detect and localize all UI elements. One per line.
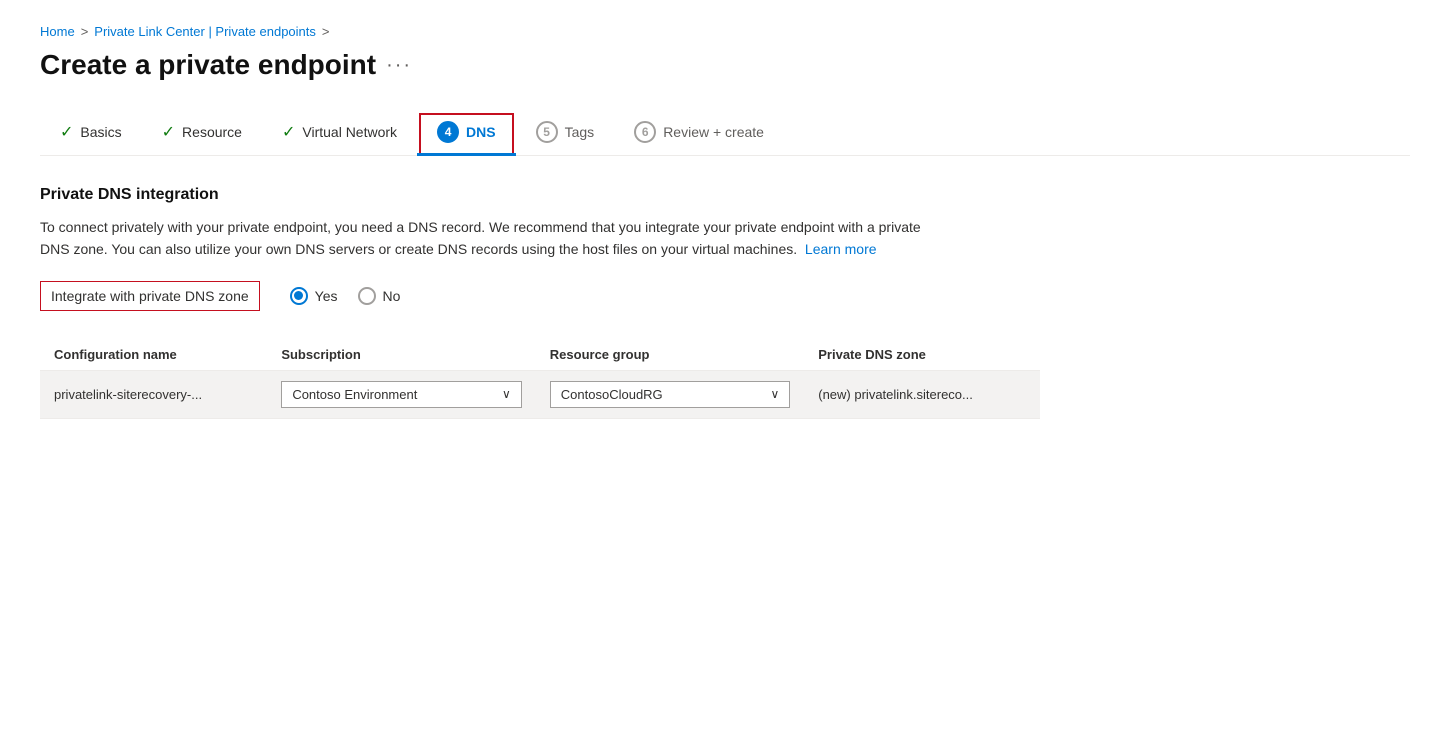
subscription-dropdown-arrow: ∨	[502, 387, 511, 401]
learn-more-link[interactable]: Learn more	[805, 241, 877, 257]
step-vnet-check: ✓	[282, 122, 295, 142]
table-header-row: Configuration name Subscription Resource…	[40, 339, 1040, 371]
table-row: privatelink-siterecovery-... Contoso Env…	[40, 370, 1040, 418]
breadcrumb: Home > Private Link Center | Private end…	[40, 24, 1410, 39]
resource-group-dropdown[interactable]: ContosoCloudRG ∨	[550, 381, 790, 408]
radio-yes-label: Yes	[315, 288, 338, 304]
breadcrumb-sep2: >	[322, 24, 330, 39]
step-review-label: Review + create	[663, 124, 764, 140]
col-subscription: Subscription	[267, 339, 535, 371]
col-dns-zone: Private DNS zone	[804, 339, 1040, 371]
integrate-label: Integrate with private DNS zone	[40, 281, 260, 311]
step-virtual-network[interactable]: ✓ Virtual Network	[262, 112, 417, 154]
description-text: To connect privately with your private e…	[40, 219, 921, 257]
cell-dns-zone: (new) privatelink.sitereco...	[804, 370, 1040, 418]
step-dns[interactable]: 4 DNS	[417, 111, 516, 155]
step-dns-label: DNS	[466, 124, 496, 140]
subscription-value: Contoso Environment	[292, 387, 417, 402]
step-tags-number: 5	[536, 121, 558, 143]
radio-no-circle	[358, 287, 376, 305]
cell-subscription: Contoso Environment ∨	[267, 370, 535, 418]
radio-yes-circle	[290, 287, 308, 305]
step-dns-number: 4	[437, 121, 459, 143]
page-title-row: Create a private endpoint ···	[40, 49, 1410, 81]
breadcrumb-home[interactable]: Home	[40, 24, 75, 39]
step-resource-label: Resource	[182, 124, 242, 140]
step-review-number: 6	[634, 121, 656, 143]
radio-no-label: No	[383, 288, 401, 304]
col-config-name: Configuration name	[40, 339, 267, 371]
step-tags[interactable]: 5 Tags	[516, 111, 615, 155]
cell-config-name: privatelink-siterecovery-...	[40, 370, 267, 418]
page-title: Create a private endpoint	[40, 49, 376, 81]
radio-no[interactable]: No	[358, 287, 401, 305]
cell-resource-group: ContosoCloudRG ∨	[536, 370, 804, 418]
step-basics-label: Basics	[80, 124, 121, 140]
dns-description: To connect privately with your private e…	[40, 216, 940, 261]
more-options-icon[interactable]: ···	[386, 54, 412, 77]
step-tags-label: Tags	[565, 124, 595, 140]
wizard-steps: ✓ Basics ✓ Resource ✓ Virtual Network 4 …	[40, 111, 1410, 156]
breadcrumb-private-link[interactable]: Private Link Center | Private endpoints	[94, 24, 316, 39]
step-review-create[interactable]: 6 Review + create	[614, 111, 784, 155]
step-basics-check: ✓	[60, 122, 73, 142]
step-vnet-label: Virtual Network	[302, 124, 397, 140]
resource-group-value: ContosoCloudRG	[561, 387, 663, 402]
radio-group: Yes No	[290, 287, 401, 305]
integrate-row: Integrate with private DNS zone Yes No	[40, 281, 1410, 311]
resource-group-dropdown-arrow: ∨	[770, 387, 779, 401]
step-basics[interactable]: ✓ Basics	[40, 112, 142, 154]
step-resource-check: ✓	[162, 122, 175, 142]
radio-yes[interactable]: Yes	[290, 287, 338, 305]
section-title: Private DNS integration	[40, 186, 1410, 204]
step-resource[interactable]: ✓ Resource	[142, 112, 262, 154]
col-resource-group: Resource group	[536, 339, 804, 371]
subscription-dropdown[interactable]: Contoso Environment ∨	[281, 381, 521, 408]
dns-table: Configuration name Subscription Resource…	[40, 339, 1040, 419]
breadcrumb-sep1: >	[81, 24, 89, 39]
